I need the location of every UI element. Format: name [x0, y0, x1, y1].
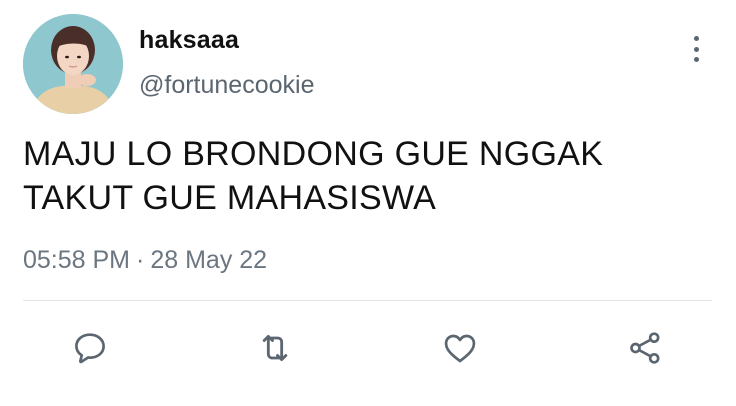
share-button[interactable]: [623, 326, 667, 370]
tweet-text-line: TAKUT GUE MAHASISWA: [23, 179, 437, 217]
tweet-date: 28 May 22: [150, 246, 268, 274]
retweet-icon: [262, 334, 288, 362]
avatar[interactable]: [23, 14, 123, 114]
more-options-dot: [693, 57, 699, 62]
tweet-time: 05:58 PM: [23, 246, 131, 274]
more-options-button[interactable]: [684, 34, 708, 64]
reply-icon: [75, 333, 105, 364]
tweet-text-line: MAJU LO BRONDONG GUE NGGAK: [23, 135, 604, 173]
timestamp-separator: ·: [136, 246, 145, 274]
tweet-text: MAJU LO BRONDONG GUE NGGAK TAKUT GUE MAH…: [23, 132, 703, 220]
tweet-card: haksaaa @fortunecookie MAJU LO BRONDONG …: [0, 0, 736, 406]
heart-icon: [444, 334, 476, 363]
more-options-icon: [693, 36, 699, 41]
user-handle[interactable]: @fortunecookie: [139, 71, 314, 100]
avatar-photo: [23, 14, 123, 114]
divider: [23, 300, 712, 301]
more-options-dot: [693, 46, 699, 52]
retweet-button[interactable]: [253, 326, 297, 370]
tweet-timestamp[interactable]: 05:58 PM · 28 May 22: [23, 246, 267, 275]
reply-button[interactable]: [68, 326, 112, 370]
display-name[interactable]: haksaaa: [139, 26, 239, 55]
like-button[interactable]: [438, 326, 482, 370]
share-icon: [630, 332, 660, 364]
